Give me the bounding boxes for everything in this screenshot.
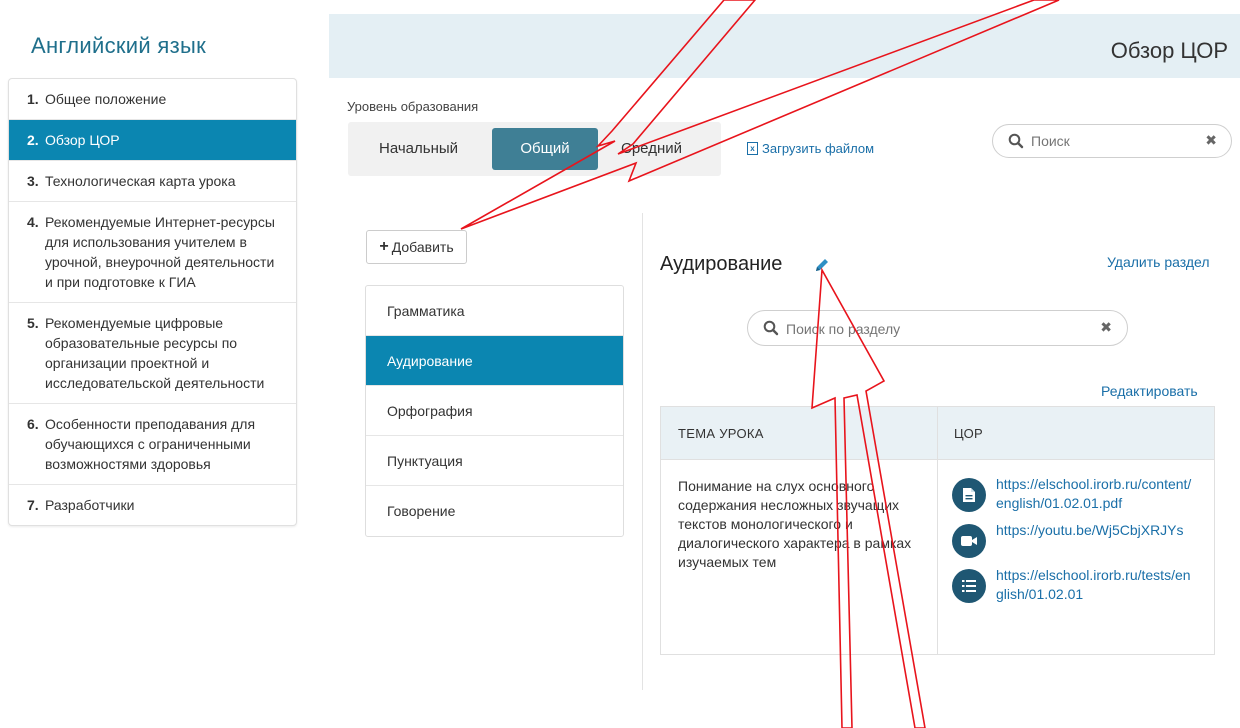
sidebar-item-cor-overview[interactable]: 2. Обзор ЦОР — [9, 120, 296, 161]
add-button-label: Добавить — [391, 239, 454, 255]
search-box: ✖ — [992, 124, 1232, 158]
excel-file-icon: x — [747, 142, 758, 155]
sidebar-item-number: 4. — [27, 214, 39, 230]
sidebar-nav: 1. Общее положение 2. Обзор ЦОР 3. Технолог… — [8, 78, 297, 526]
resource-link[interactable]: https://youtu.be/Wj5CbjXRJYs — [996, 521, 1196, 558]
cor-links-cell: https://elschool.irorb.ru/content/englis… — [937, 459, 1215, 655]
sidebar-item-internet-resources[interactable]: 4. Рекомендуемые Интернет-ресурсы для исп… — [9, 202, 296, 303]
sidebar-item-label: Разработчики — [45, 497, 135, 513]
section-item-punctuation[interactable]: Пунктуация — [366, 436, 623, 486]
sidebar-item-label: Особенности преподавания для обучающихся… — [45, 416, 256, 472]
sidebar-item-number: 6. — [27, 416, 39, 432]
resource-item: https://youtu.be/Wj5CbjXRJYs — [952, 521, 1208, 558]
sidebar-item-label: Рекомендуемые Интернет-ресурсы для испол… — [45, 214, 275, 290]
section-search-input[interactable] — [786, 319, 1086, 339]
resources-table: ТЕМА УРОКА ЦОР Понимание на слух основно… — [660, 406, 1215, 655]
upload-file-link[interactable]: x Загрузить файлом — [747, 141, 874, 156]
resource-link[interactable]: https://elschool.irorb.ru/tests/english/… — [996, 566, 1196, 604]
app-title: Английский язык — [31, 33, 207, 58]
section-item-grammar[interactable]: Грамматика — [366, 286, 623, 336]
sidebar-item-developers[interactable]: 7. Разработчики — [9, 485, 296, 525]
document-icon — [952, 478, 986, 512]
sidebar-item-label: Обзор ЦОР — [45, 132, 120, 148]
sidebar-item-lesson-map[interactable]: 3. Технологическая карта урока — [9, 161, 296, 202]
plus-icon: + — [379, 238, 389, 255]
sidebar-item-number: 5. — [27, 315, 39, 331]
sidebar-item-number: 3. — [27, 173, 39, 189]
numbered-list-icon — [952, 569, 986, 603]
sidebar-item-digital-resources[interactable]: 5. Рекомендуемые цифровые образовательные… — [9, 303, 296, 404]
table-header-row: ТЕМА УРОКА ЦОР — [660, 406, 1215, 460]
close-icon[interactable]: ✖ — [1205, 132, 1217, 149]
education-level-tabs: Начальный Общий Средний — [348, 122, 721, 176]
resource-link[interactable]: https://elschool.irorb.ru/content/englis… — [996, 475, 1196, 513]
search-icon — [763, 320, 779, 336]
pencil-icon[interactable] — [813, 256, 831, 274]
tab-secondary-level[interactable]: Средний — [621, 128, 682, 170]
sidebar-item-number: 2. — [27, 132, 39, 148]
search-icon — [1008, 133, 1024, 149]
section-search-box: ✖ — [747, 310, 1128, 346]
sidebar-item-general[interactable]: 1. Общее положение — [9, 79, 296, 120]
table-row: Понимание на слух основного содержания н… — [660, 459, 1215, 655]
section-title: Аудирование — [660, 253, 783, 275]
tab-general-level[interactable]: Общий — [492, 128, 598, 170]
page-header: Обзор ЦОР — [329, 14, 1240, 78]
sidebar-item-number: 1. — [27, 91, 39, 107]
sidebar-item-number: 7. — [27, 497, 39, 513]
upload-file-label: Загрузить файлом — [762, 141, 875, 156]
content-divider — [642, 213, 643, 690]
sidebar-item-special-needs[interactable]: 6. Особенности преподавания для обучающих… — [9, 404, 296, 485]
add-section-button[interactable]: + Добавить — [366, 230, 467, 264]
section-item-listening[interactable]: Аудирование — [366, 336, 623, 386]
section-item-speaking[interactable]: Говорение — [366, 486, 623, 536]
lesson-topic-cell: Понимание на слух основного содержания н… — [660, 459, 938, 655]
column-header-topic: ТЕМА УРОКА — [660, 406, 938, 460]
resource-item: https://elschool.irorb.ru/content/englis… — [952, 475, 1208, 513]
education-level-label: Уровень образования — [347, 99, 479, 114]
section-item-spelling[interactable]: Орфография — [366, 386, 623, 436]
delete-section-link[interactable]: Удалить раздел — [1107, 254, 1210, 270]
edit-link[interactable]: Редактировать — [1101, 383, 1198, 399]
page-title: Обзор ЦОР — [1110, 38, 1228, 63]
sidebar-item-label: Общее положение — [45, 91, 167, 107]
tab-primary-level[interactable]: Начальный — [379, 128, 458, 170]
column-header-cor: ЦОР — [937, 406, 1215, 460]
video-camera-icon — [952, 524, 986, 558]
close-icon[interactable]: ✖ — [1100, 319, 1112, 336]
sidebar-item-label: Рекомендуемые цифровые образовательные р… — [45, 315, 265, 391]
sidebar-item-label: Технологическая карта урока — [45, 173, 236, 189]
resource-item: https://elschool.irorb.ru/tests/english/… — [952, 566, 1208, 604]
section-list: Грамматика Аудирование Орфография Пункту… — [365, 285, 624, 537]
search-input[interactable] — [1031, 131, 1201, 151]
